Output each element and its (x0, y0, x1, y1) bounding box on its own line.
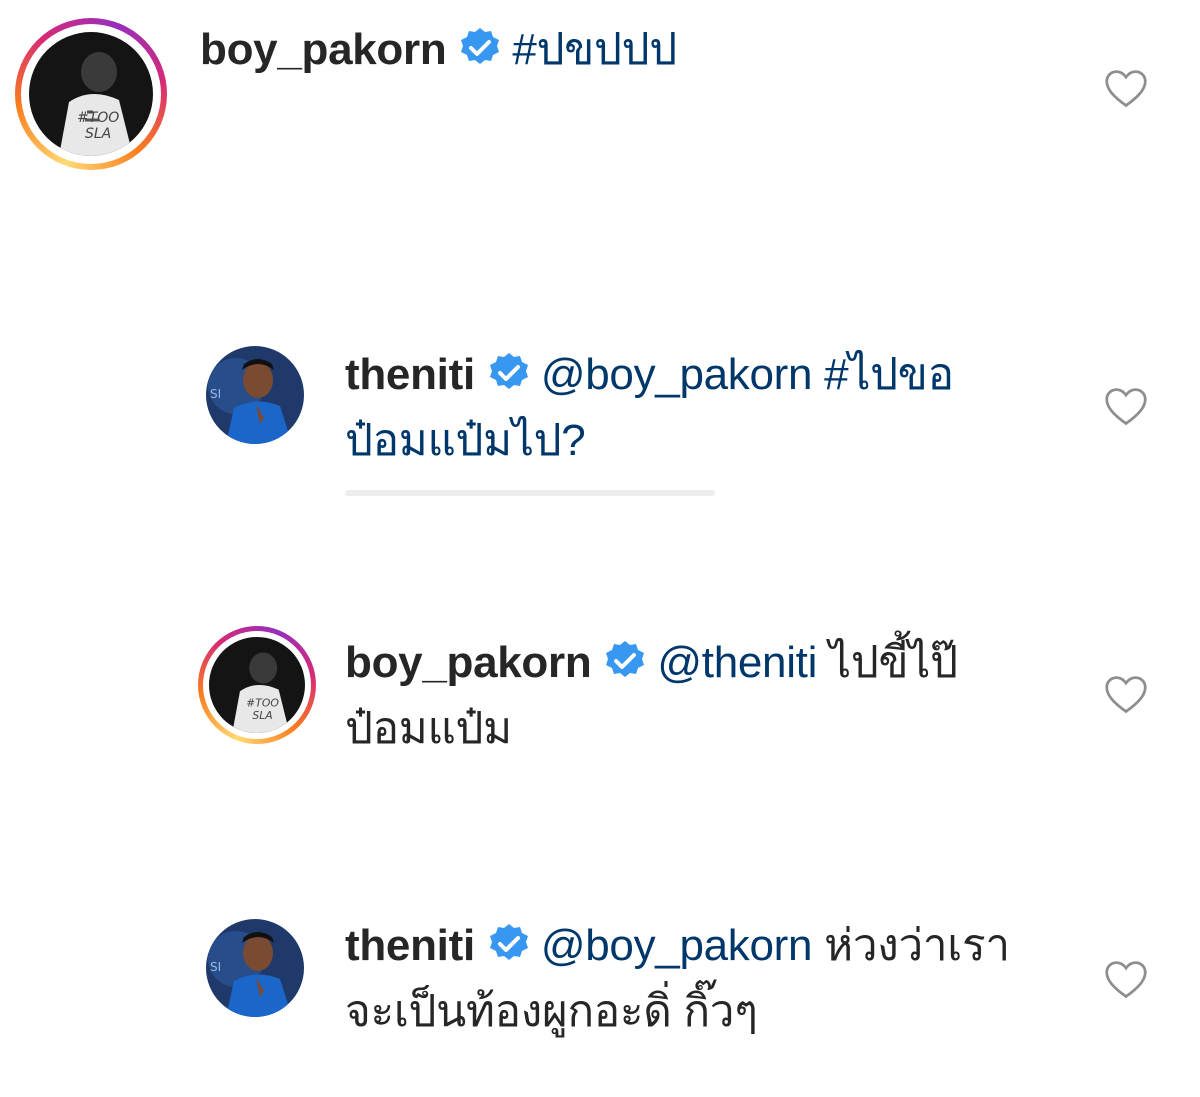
comment-text: boy_pakorn #ปขปปป (200, 17, 677, 83)
verified-badge-icon (487, 351, 531, 395)
comment-text: boy_pakorn @theniti ไปขี้ไป๊ ป๋อมแป๋ม (345, 630, 1065, 762)
username[interactable]: theniti (345, 350, 475, 399)
like-button[interactable] (1104, 68, 1148, 110)
comment-4: SI theniti @boy_pakorn ห่วงว่าเรา จะเป็นท… (0, 905, 1200, 1075)
hashtag-link[interactable]: #ปขปปป (512, 25, 677, 74)
verified-badge-icon (458, 26, 502, 70)
verified-badge-icon (603, 639, 647, 683)
comment-text: theniti @boy_pakorn #ไปขอ ป๋อมแป๋มไป? (345, 342, 1045, 474)
comment-body-line2: จะเป็นท้องผูกอะดิ่ กิ๊วๆ (345, 987, 758, 1036)
svg-text:SLA: SLA (252, 709, 272, 722)
comment-2: SI theniti @boy_pakorn #ไปขอ ป๋อมแป๋มไป? (0, 330, 1200, 500)
heart-outline-icon (1105, 676, 1147, 714)
comment-body: ห่วงว่าเรา (824, 921, 1010, 970)
svg-text:SI: SI (210, 960, 221, 974)
like-button[interactable] (1104, 959, 1148, 1001)
comment-1: #TOO SLA boy_pakorn #ปขปปป (0, 0, 1200, 200)
svg-text:#TOO: #TOO (77, 110, 119, 126)
svg-text:SLA: SLA (85, 126, 111, 142)
story-ring[interactable]: #TOO SLA (198, 626, 316, 744)
username[interactable]: boy_pakorn (345, 638, 592, 687)
divider (345, 490, 715, 496)
theniti-avatar[interactable]: SI (206, 919, 304, 1017)
comment-body: ไปขี้ไป๊ (829, 638, 958, 687)
svg-text:SI: SI (210, 387, 221, 401)
like-button[interactable] (1104, 386, 1148, 428)
hashtag-link[interactable]: #ไปขอ (824, 350, 954, 399)
heart-outline-icon (1105, 961, 1147, 999)
comment-text: theniti @boy_pakorn ห่วงว่าเรา จะเป็นท้อง… (345, 913, 1085, 1045)
hashtag-link-continued[interactable]: ป๋อมแป๋มไป? (345, 416, 586, 465)
mention-link[interactable]: @theniti (657, 638, 817, 687)
username[interactable]: theniti (345, 921, 475, 970)
comment-body-line2: ป๋อมแป๋ม (345, 704, 512, 753)
username[interactable]: boy_pakorn (200, 25, 447, 74)
mention-link[interactable]: @boy_pakorn (541, 350, 813, 399)
mention-link[interactable]: @boy_pakorn (541, 921, 813, 970)
boy-pakorn-avatar[interactable]: #TOO SLA (29, 32, 153, 156)
theniti-avatar[interactable]: SI (206, 346, 304, 444)
svg-text:#TOO: #TOO (246, 697, 279, 710)
like-button[interactable] (1104, 674, 1148, 716)
comment-3: #TOO SLA boy_pakorn @theniti ไปขี้ไป๊ ป๋อ… (0, 620, 1200, 780)
verified-badge-icon (487, 922, 531, 966)
boy-pakorn-avatar[interactable]: #TOO SLA (209, 637, 305, 733)
heart-outline-icon (1105, 388, 1147, 426)
story-ring[interactable]: #TOO SLA (15, 18, 167, 170)
heart-outline-icon (1105, 70, 1147, 108)
